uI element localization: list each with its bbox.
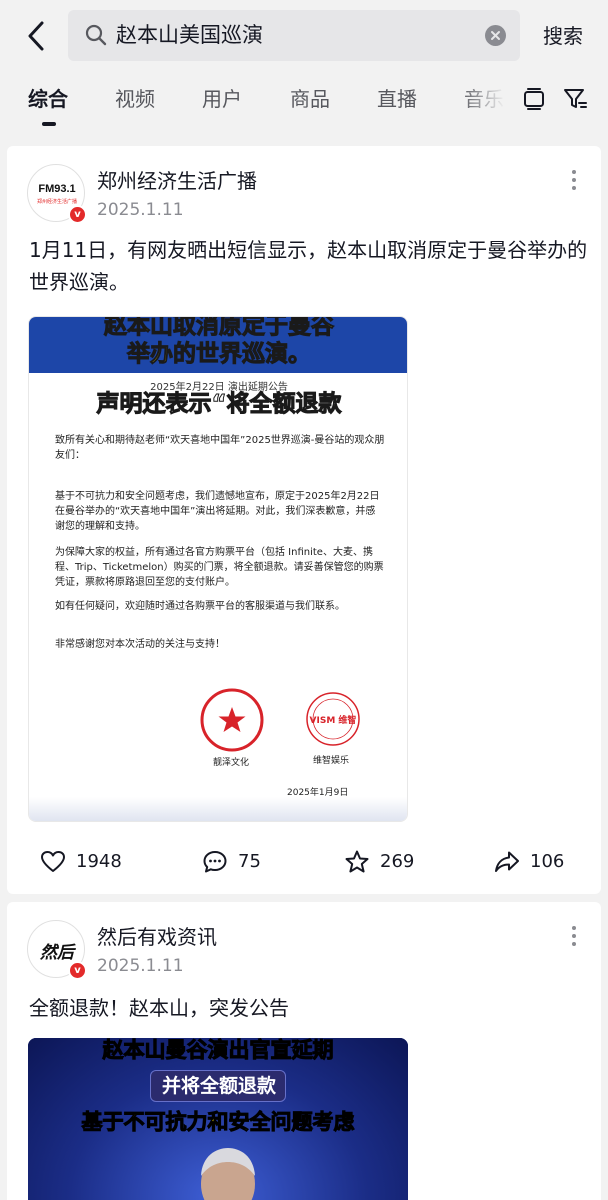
post-actions: 1948 75 269 106 [7, 844, 601, 880]
partner-seal-icon: VISM 维智 [306, 692, 360, 746]
partner-seal-text: VISM 维智 [310, 714, 357, 726]
avatar-logo-subtext: 郑州经济生活广播 [37, 198, 77, 205]
search-input[interactable]: 赵本山美国巡演 [68, 10, 520, 61]
post-text[interactable]: 全额退款！赵本山，突发公告 [29, 992, 589, 1024]
tab-video[interactable]: 视频 [115, 84, 155, 114]
layout-toggle-icon[interactable] [521, 86, 547, 112]
like-count: 1948 [76, 851, 122, 872]
favorite-count: 269 [380, 851, 415, 872]
verified-badge: v [68, 961, 87, 980]
share-count: 106 [530, 851, 565, 872]
post-card[interactable]: FM93.1 郑州经济生活广播 v 郑州经济生活广播 2025.1.11 1月1… [7, 146, 601, 894]
org-name: 靓泽文化 [213, 758, 250, 768]
image-bottom-fade [29, 797, 407, 821]
search-header: 赵本山美国巡演 搜索 综合 视频 用户 商品 直播 音乐 [0, 0, 608, 140]
filter-icon[interactable] [562, 86, 588, 112]
comment-icon [203, 851, 227, 873]
notice-paragraph: 为保障大家的权益，所有通过各官方购票平台（包括 Infinite、大麦、携程、T… [55, 547, 384, 588]
more-options-icon[interactable] [571, 926, 577, 948]
heart-icon [41, 851, 65, 872]
star-icon [345, 850, 369, 873]
post-date: 2025.1.11 [97, 200, 184, 220]
post-text[interactable]: 1月11日，有网友晒出短信显示，赵本山取消原定于曼谷举办的世界巡演。 [29, 234, 589, 298]
tab-fade-overlay [460, 80, 520, 126]
author-name[interactable]: 然后有戏资讯 [97, 922, 217, 952]
clear-search-icon[interactable] [485, 25, 506, 46]
back-arrow-icon[interactable] [22, 18, 54, 54]
post-image[interactable]: 2025年2月22日 演出延期公告 赵本山取消原定于曼谷 举办的世界巡演。 声明… [28, 316, 408, 822]
video-subtitle-box: 并将全额退款 [150, 1070, 286, 1102]
person-silhouette [201, 1148, 255, 1200]
result-tabs: 综合 视频 用户 商品 直播 音乐 [0, 80, 608, 126]
video-caption: 基于不可抗力和安全问题考虑 [81, 1110, 355, 1135]
notice-paragraph: 非常感谢您对本次活动的关注与支持！ [55, 639, 225, 650]
tab-live[interactable]: 直播 [377, 84, 417, 114]
tab-comprehensive[interactable]: 综合 [28, 84, 68, 114]
image-caption-line1: 赵本山取消原定于曼谷 [104, 316, 335, 340]
search-icon [85, 24, 107, 46]
tab-goods[interactable]: 商品 [290, 84, 330, 114]
notice-paragraph: 如有任何疑问，欢迎随时通过各购票平台的客服渠道与我们联系。 [55, 601, 345, 612]
share-icon [495, 851, 519, 872]
org-name: 维智娱乐 [313, 756, 350, 766]
video-subtitle: 并将全额退款 [161, 1075, 276, 1097]
verified-badge: v [68, 205, 87, 224]
search-query: 赵本山美国巡演 [116, 23, 263, 47]
post-date: 2025.1.11 [97, 956, 184, 976]
tab-users[interactable]: 用户 [202, 84, 242, 114]
notice-greeting: 致所有关心和期待赵老师“欢天喜地中国年”2025世界巡演-曼谷站的观众朋友们： [55, 435, 385, 461]
image-banner: 声明还表示“将全额退款 [96, 391, 342, 418]
post-card[interactable]: 然后 v 然后有戏资讯 2025.1.11 全额退款！赵本山，突发公告 赵本山曼… [7, 902, 601, 1200]
active-tab-indicator [42, 122, 56, 126]
comment-count: 75 [238, 851, 261, 872]
author-name[interactable]: 郑州经济生活广播 [97, 166, 257, 196]
avatar-logo-text: FM93.1 [38, 183, 75, 195]
avatar-logo-text: 然后 [39, 943, 77, 963]
more-options-icon[interactable] [571, 170, 577, 192]
notice-paragraph: 基于不可抗力和安全问题考虑，我们遗憾地宣布，原定于2025年2月22日在曼谷举办… [55, 491, 380, 532]
image-caption-line2: 举办的世界巡演。 [127, 341, 312, 368]
post-video-thumbnail[interactable]: 赵本山曼谷演出官宣延期 并将全额退款 基于不可抗力和安全问题考虑 [28, 1038, 408, 1200]
company-seal-icon [200, 688, 264, 752]
search-button[interactable]: 搜索 [543, 21, 583, 51]
video-title: 赵本山曼谷演出官宣延期 [102, 1038, 334, 1063]
